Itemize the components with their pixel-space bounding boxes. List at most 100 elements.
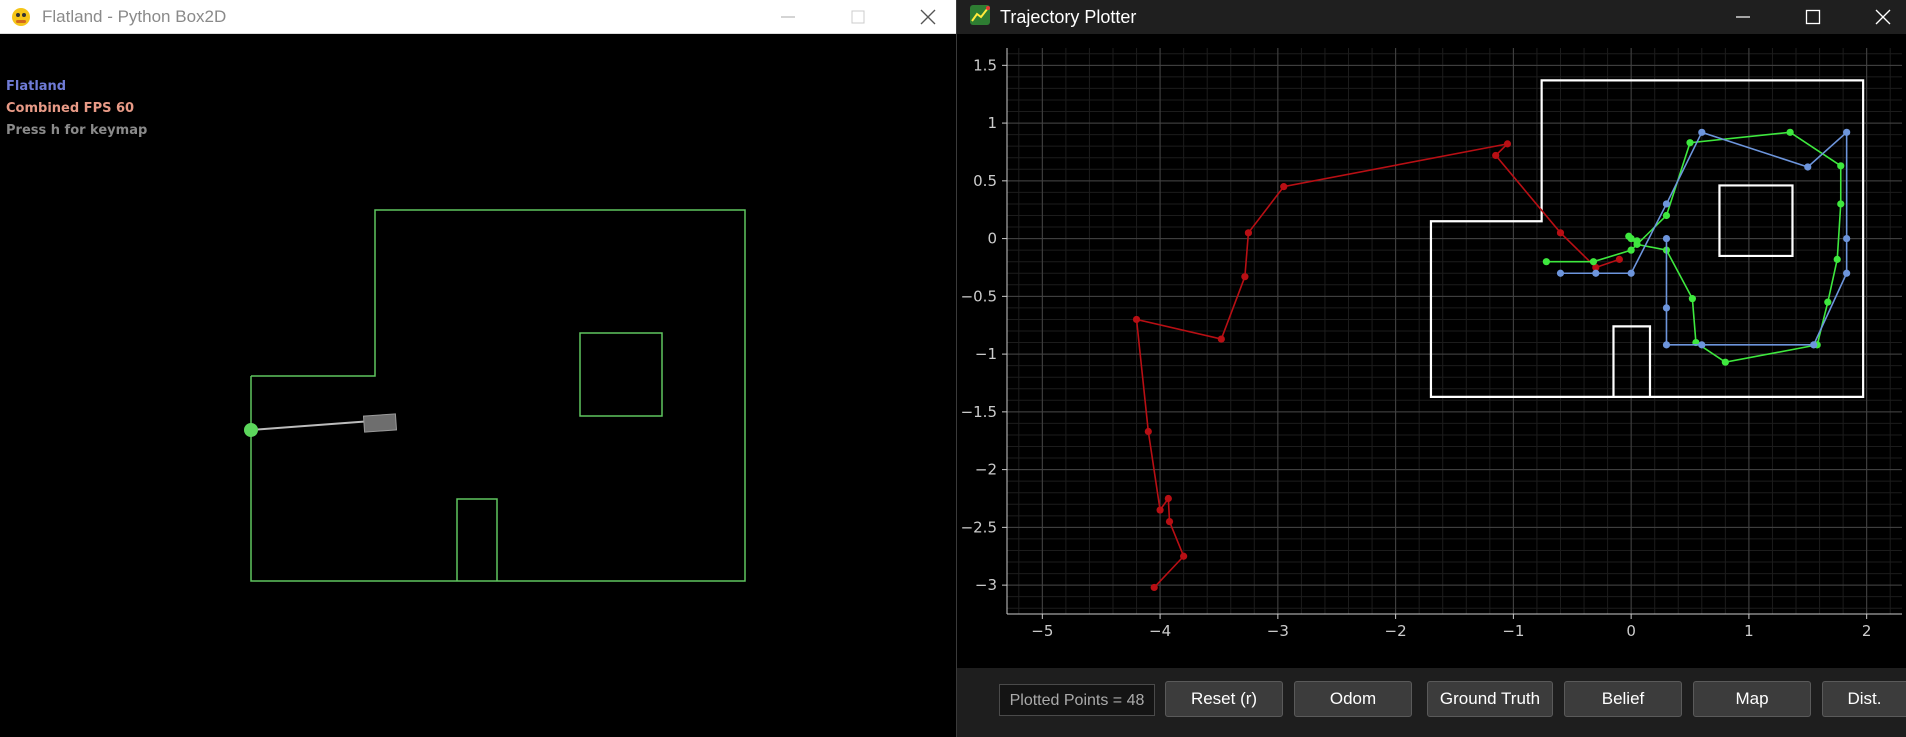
- y-tick-label: −2: [975, 461, 997, 479]
- belief-point: [1843, 269, 1851, 277]
- ground_truth-point: [1542, 258, 1550, 266]
- trajectory-plot[interactable]: −5 −4 −3 −2 −1 0 1 2 1.5 1 0.5 0 −0.5 −1 −1.5 −2 −2.5 −3: [957, 34, 1906, 668]
- belief-point: [1662, 200, 1671, 208]
- minor-grid: [1007, 48, 1902, 614]
- close-button[interactable]: [1860, 0, 1906, 34]
- ground_truth-point: [1837, 200, 1845, 208]
- y-tick-label: 1: [987, 114, 997, 132]
- belief-point: [1662, 341, 1671, 349]
- belief-point: [1843, 128, 1851, 136]
- ground_truth-point: [1824, 298, 1832, 306]
- pygame-snake-icon: [12, 8, 30, 26]
- outer-wall: [250, 209, 746, 582]
- ground_truth-point: [1662, 211, 1671, 220]
- odom-point: [1492, 151, 1500, 160]
- lidar-ray: [250, 420, 373, 431]
- x-tick-label: −2: [1385, 622, 1407, 640]
- map-door: [1612, 325, 1652, 397]
- odom-point: [1180, 552, 1188, 560]
- minimize-icon: [781, 16, 795, 18]
- dist-button[interactable]: Dist.: [1822, 681, 1906, 717]
- ground_truth-point: [1633, 237, 1641, 245]
- ground_truth-point: [1721, 358, 1729, 366]
- belief-point: [1810, 341, 1818, 349]
- y-tick-label: 0.5: [973, 172, 997, 190]
- belief-point: [1698, 341, 1706, 349]
- ground_truth-point: [1686, 139, 1694, 147]
- minimize-icon: [1736, 16, 1750, 18]
- belief-button[interactable]: Belief: [1564, 681, 1682, 717]
- ground_truth-point: [1627, 246, 1635, 254]
- y-tick-label: −1: [975, 345, 997, 363]
- ground_truth-point: [1837, 162, 1845, 170]
- window-title: Flatland - Python Box2D: [42, 7, 227, 26]
- ground_truth-point: [1589, 258, 1598, 266]
- y-tick-label: 0: [987, 230, 997, 248]
- belief-point: [1804, 163, 1812, 171]
- minimize-button[interactable]: [765, 0, 811, 34]
- reset-button[interactable]: Reset (r): [1165, 681, 1283, 717]
- x-tick-label: −3: [1267, 622, 1289, 640]
- maximize-button[interactable]: [1790, 0, 1836, 34]
- maximize-icon: [851, 10, 865, 24]
- odom-point: [1615, 255, 1623, 263]
- robot-body: [362, 413, 398, 433]
- odom-point: [1556, 229, 1565, 237]
- odom-point: [1241, 273, 1249, 281]
- minimize-button[interactable]: [1720, 0, 1766, 34]
- y-tick-label: 1.5: [973, 56, 997, 74]
- x-tick-label: 0: [1626, 622, 1636, 640]
- belief-point: [1698, 128, 1706, 136]
- y-tick-label: −3: [975, 576, 997, 594]
- plot-area[interactable]: −5 −4 −3 −2 −1 0 1 2 1.5 1 0.5 0 −0.5 −1 −1.5 −2 −2.5 −3: [957, 34, 1906, 668]
- ground_truth-point: [1688, 295, 1696, 303]
- x-tick-label: 1: [1744, 622, 1754, 640]
- flatland-titlebar[interactable]: Flatland - Python Box2D: [0, 0, 956, 34]
- odom-point: [1217, 335, 1225, 343]
- plotter-toolbar: Plotted Points = 48 Reset (r) Odom Groun…: [957, 668, 1906, 737]
- plotter-titlebar[interactable]: Trajectory Plotter: [957, 0, 1906, 34]
- y-tick-label: −2.5: [961, 518, 997, 536]
- odom-point: [1165, 517, 1174, 526]
- odom-point: [1244, 229, 1253, 237]
- y-tick-label: −1.5: [961, 403, 997, 421]
- series-layer: [1132, 128, 1851, 592]
- x-tick-label: −4: [1149, 622, 1171, 640]
- x-axis-ticks: −5 −4 −3 −2 −1 0 1 2: [1031, 614, 1871, 640]
- odom-button[interactable]: Odom: [1294, 681, 1412, 717]
- ground-truth-button[interactable]: Ground Truth: [1427, 681, 1553, 717]
- close-icon: [1875, 9, 1891, 25]
- ground_truth-point: [1833, 255, 1841, 263]
- map-inner-box: [1718, 184, 1794, 258]
- maximize-button[interactable]: [835, 0, 881, 34]
- belief-point: [1662, 234, 1671, 243]
- odom-point: [1503, 140, 1512, 148]
- odom-point: [1132, 315, 1141, 324]
- map-button[interactable]: Map: [1693, 681, 1811, 717]
- maximize-icon: [1805, 9, 1821, 25]
- flatland-world[interactable]: [0, 34, 956, 737]
- close-button[interactable]: [905, 0, 951, 34]
- belief-point: [1592, 269, 1600, 277]
- odom-point: [1150, 583, 1158, 592]
- close-icon: [920, 9, 936, 25]
- belief-point: [1843, 234, 1851, 243]
- odom-point: [1164, 494, 1172, 503]
- x-tick-label: 2: [1862, 622, 1872, 640]
- odom-point: [1156, 506, 1164, 514]
- ground_truth-line: [1546, 131, 1842, 364]
- odom-point: [1280, 183, 1288, 191]
- window-title: Trajectory Plotter: [1000, 7, 1137, 27]
- belief-point: [1556, 269, 1565, 277]
- x-tick-label: −1: [1502, 622, 1524, 640]
- belief-point: [1627, 269, 1635, 277]
- flatland-window: Flatland - Python Box2D Flatland Combine…: [0, 0, 956, 737]
- y-tick-label: −0.5: [961, 287, 997, 305]
- plotted-points-counter: Plotted Points = 48: [999, 684, 1155, 716]
- belief-point: [1662, 304, 1671, 312]
- x-tick-label: −5: [1031, 622, 1053, 640]
- ground_truth-point: [1786, 128, 1794, 136]
- robot-marker: [244, 423, 258, 437]
- door-wall: [456, 498, 498, 581]
- inner-box-wall: [579, 332, 663, 417]
